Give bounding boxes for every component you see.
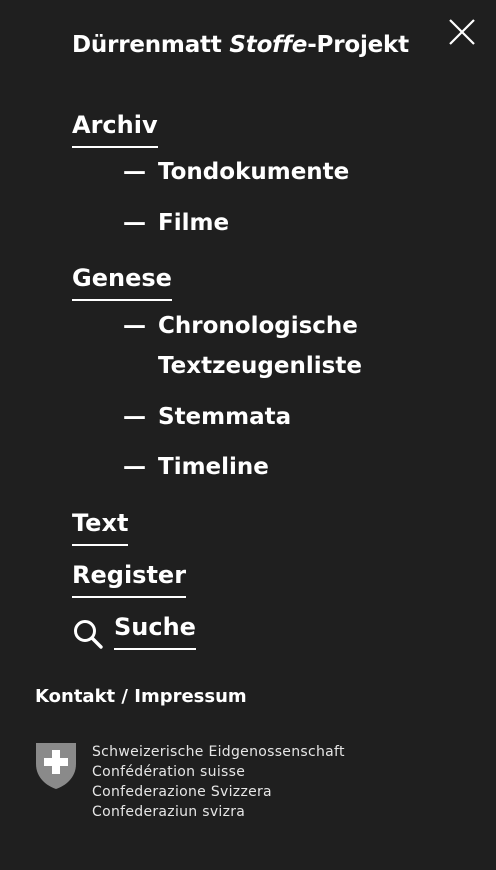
nav-suche-label[interactable]: Suche xyxy=(114,612,196,650)
confederation-block[interactable]: Schweizerische Eidgenossenschaft Confédé… xyxy=(35,742,345,822)
nav-sub-label: Chronologische Textzeugenliste xyxy=(158,306,362,386)
contact-imprint-link[interactable]: Kontakt / Impressum xyxy=(35,686,247,707)
site-title[interactable]: Dürrenmatt Stoffe-Projekt xyxy=(72,32,409,58)
nav-archiv[interactable]: Archiv xyxy=(72,110,158,148)
dash: — xyxy=(123,159,146,185)
confederation-line-it: Confederazione Svizzera xyxy=(92,784,272,800)
dash: — xyxy=(123,454,146,480)
nav-sub-stemmata[interactable]: — Stemmata xyxy=(123,397,291,437)
confederation-line-fr: Confédération suisse xyxy=(92,764,246,780)
nav-register[interactable]: Register xyxy=(72,560,187,598)
confederation-line-rm: Confederaziun svizra xyxy=(92,804,246,820)
site-title-italic: Stoffe xyxy=(229,32,308,58)
nav-sub-tondokumente[interactable]: — Tondokumente xyxy=(123,152,349,192)
search-icon xyxy=(74,620,103,649)
nav-sub-label: Timeline xyxy=(158,454,269,480)
nav-sub-label: Tondokumente xyxy=(158,159,350,185)
dash: — xyxy=(123,313,146,339)
site-title-part2: -Projekt xyxy=(307,32,409,58)
nav-genese[interactable]: Genese xyxy=(72,263,172,301)
nav-text[interactable]: Text xyxy=(72,508,129,546)
nav-sub-label: Filme xyxy=(158,210,230,236)
dash: — xyxy=(123,210,146,236)
swiss-shield-icon xyxy=(36,743,76,789)
nav-suche[interactable]: Suche xyxy=(72,612,196,650)
confederation-text: Schweizerische Eidgenossenschaft Confédé… xyxy=(92,742,345,822)
site-title-part1: Dürrenmatt xyxy=(72,32,230,58)
nav-sub-label-line2: Textzeugenliste xyxy=(158,353,362,379)
dash: — xyxy=(123,404,146,430)
nav-sub-chronologische-textzeugenliste[interactable]: — Chronologische Textzeugenliste xyxy=(123,306,362,386)
nav-sub-label-line1: Chronologische xyxy=(158,313,358,339)
nav-sub-filme[interactable]: — Filme xyxy=(123,203,229,243)
confederation-line-de: Schweizerische Eidgenossenschaft xyxy=(92,744,345,760)
close-icon xyxy=(449,19,475,45)
close-button[interactable] xyxy=(446,16,478,48)
nav-sub-label: Stemmata xyxy=(158,404,292,430)
nav-sub-timeline[interactable]: — Timeline xyxy=(123,447,269,487)
